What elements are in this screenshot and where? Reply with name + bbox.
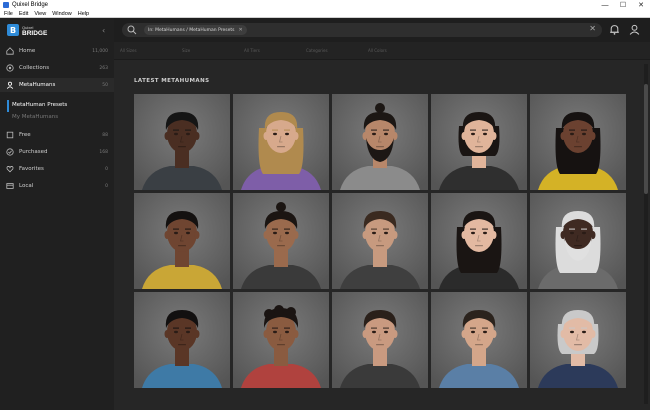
sidebar: B Quixel BRIDGE ‹ Home 11,000 Collection… [0,18,114,410]
maximize-icon[interactable]: ☐ [614,1,632,9]
metahuman-portrait [233,94,329,190]
metahuman-tile[interactable] [134,193,230,289]
metahuman-tile[interactable] [233,94,329,190]
window-title: Quixel Bridge [12,2,49,8]
filter-tiers[interactable]: All Tiers [244,48,260,53]
metahuman-portrait [530,292,626,388]
sidebar-item-free[interactable]: Free 88 [0,128,114,142]
menu-edit[interactable]: Edit [19,11,28,17]
metahumans-icon [6,81,14,89]
sidebar-item-label: Purchased [19,149,48,155]
top-bar: In: MetaHumans / MetaHuman Presets ✕ ✕ [114,18,650,42]
metahuman-portrait [233,193,329,289]
sidebar-item-label: Favorites [19,166,44,172]
window-titlebar: Quixel Bridge — ☐ ✕ [0,0,650,10]
search-filter-chip[interactable]: In: MetaHumans / MetaHuman Presets ✕ [144,25,247,35]
sidebar-item-label: Free [19,132,31,138]
sidebar-item-label: MetaHumans [19,82,56,88]
sidebar-item-label: Local [19,183,34,189]
metahuman-portrait [332,292,428,388]
purchased-icon [6,148,14,156]
search-icon [127,25,137,35]
app-icon [3,2,9,8]
menu-help[interactable]: Help [78,11,89,17]
selected-indicator [7,100,9,112]
filter-categories[interactable]: Categories [306,48,328,53]
clear-search-icon[interactable]: ✕ [589,24,596,33]
minimize-icon[interactable]: — [596,2,614,9]
scrollbar[interactable] [644,64,648,404]
metahuman-tile[interactable] [431,193,527,289]
sidebar-item-count: 168 [99,149,108,155]
sidebar-item-count: 263 [99,65,108,71]
menu-file[interactable]: File [4,11,13,17]
metahuman-portrait [431,193,527,289]
metahuman-portrait [530,193,626,289]
sidebar-item-count: 88 [102,132,108,138]
sidebar-subitem-metahuman-presets[interactable]: MetaHuman Presets [12,102,67,108]
sidebar-item-collections[interactable]: Collections 263 [0,61,114,75]
metahuman-tile[interactable] [530,94,626,190]
sidebar-item-home[interactable]: Home 11,000 [0,44,114,58]
logo-top-text: Quixel [22,24,34,30]
chip-remove-icon[interactable]: ✕ [238,27,242,33]
bridge-logo-icon: B [7,24,19,36]
sidebar-item-label: Home [19,48,36,54]
collapse-sidebar-icon[interactable]: ‹ [102,26,105,35]
metahuman-portrait [134,292,230,388]
metahuman-tile[interactable] [431,292,527,388]
free-icon [6,131,14,139]
sidebar-item-count: 11,000 [92,48,108,54]
metahuman-tile[interactable] [530,292,626,388]
home-icon [6,47,14,55]
menu-window[interactable]: Window [52,11,72,17]
metahuman-tile[interactable] [233,292,329,388]
user-account-icon[interactable] [629,24,640,35]
metahuman-portrait [134,193,230,289]
filter-size[interactable]: Size [182,48,190,53]
metahuman-tile[interactable] [530,193,626,289]
metahuman-portrait [530,94,626,190]
sidebar-item-local[interactable]: Local 0 [0,179,114,193]
local-icon [6,183,14,189]
close-icon[interactable]: ✕ [632,1,650,9]
main-content: In: MetaHumans / MetaHuman Presets ✕ ✕ A… [114,18,650,410]
metahuman-tile[interactable] [332,292,428,388]
logo-bottom-text: BRIDGE [22,29,48,37]
metahuman-tile[interactable] [134,94,230,190]
filter-colors[interactable]: All Colors [368,48,387,53]
sidebar-item-count: 0 [105,183,108,189]
metahuman-portrait [134,94,230,190]
notification-bell-icon[interactable] [609,24,620,35]
search-chip-label: In: MetaHumans / MetaHuman Presets [148,27,235,33]
sidebar-item-count: 50 [102,82,108,88]
section-title: LATEST METAHUMANS [134,78,210,84]
sidebar-subitem-my-metahumans[interactable]: My MetaHumans [12,114,58,120]
menu-view[interactable]: View [34,11,46,17]
sidebar-item-purchased[interactable]: Purchased 168 [0,145,114,159]
metahuman-portrait [431,292,527,388]
metahuman-portrait [332,193,428,289]
metahuman-tile[interactable] [134,292,230,388]
scrollbar-thumb[interactable] [644,84,648,194]
metahuman-tile[interactable] [431,94,527,190]
sidebar-item-count: 0 [105,166,108,172]
metahuman-portrait [431,94,527,190]
filter-sizes[interactable]: All Sizes [120,48,137,53]
metahuman-tile[interactable] [332,193,428,289]
metahuman-portrait [233,292,329,388]
sidebar-item-favorites[interactable]: Favorites 0 [0,162,114,176]
metahuman-tile[interactable] [332,94,428,190]
filter-bar: All Sizes Size All Tiers Categories All … [114,42,650,60]
bridge-logo[interactable]: B Quixel BRIDGE [7,24,47,36]
menu-bar: File Edit View Window Help [0,10,650,18]
metahuman-tile[interactable] [233,193,329,289]
favorites-icon [6,166,14,173]
metahuman-portrait [332,94,428,190]
collections-icon [6,64,14,72]
sidebar-item-metahumans[interactable]: MetaHumans 50 [0,78,114,92]
sidebar-item-label: Collections [19,65,50,71]
search-bar[interactable]: In: MetaHumans / MetaHuman Presets ✕ ✕ [122,23,602,37]
